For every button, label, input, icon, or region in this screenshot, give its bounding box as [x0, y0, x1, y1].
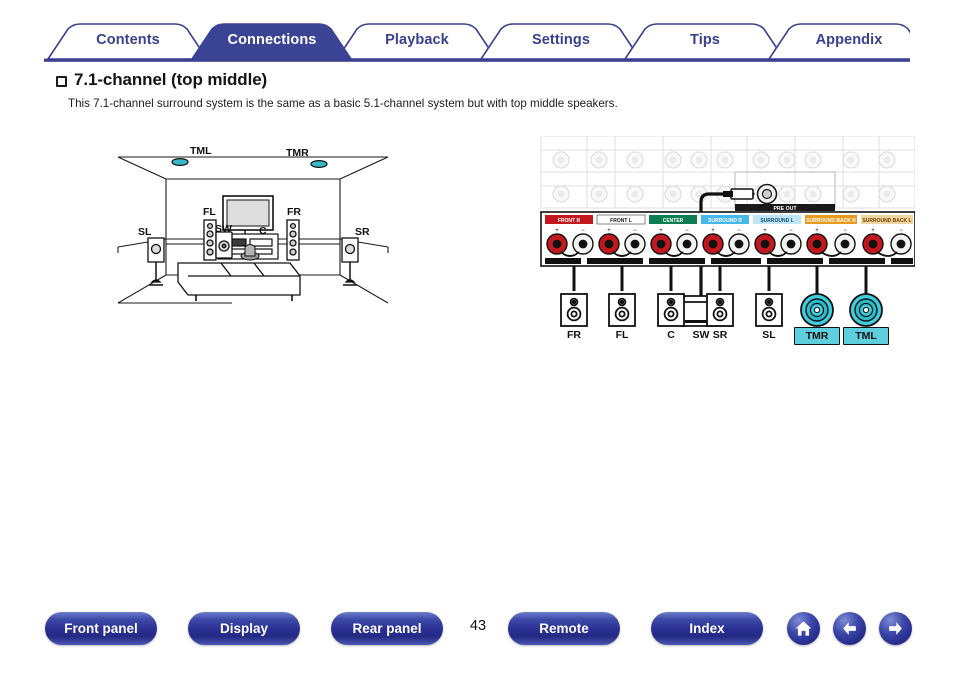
svg-text:+: + [763, 228, 767, 234]
terminal-label-front-l: FRONT L [610, 218, 632, 224]
speaker-label-c: C [667, 329, 675, 341]
sofa-icon [177, 262, 301, 301]
ceiling-speaker-tmr-icon [310, 160, 328, 169]
speaker-label-tmr: TMR [794, 327, 840, 345]
speaker-icon-sr [706, 293, 734, 327]
display-button[interactable]: Display [188, 612, 300, 645]
rear-panel-button[interactable]: Rear panel [331, 612, 443, 645]
speaker-icon-tmr [800, 293, 834, 327]
svg-text:+: + [711, 228, 715, 234]
terminal-label-surround-l: SURROUND L [760, 218, 793, 224]
forward-icon [889, 622, 902, 635]
svg-text:−: − [581, 228, 585, 234]
forward-button[interactable] [879, 612, 912, 645]
room-label-sw: SW [215, 223, 232, 235]
home-icon [795, 621, 812, 636]
section-bullet-icon [56, 76, 67, 87]
room-svg [117, 156, 389, 304]
tab-appendix[interactable]: Appendix [769, 22, 929, 58]
tab-contents[interactable]: Contents [48, 22, 208, 58]
tab-settings[interactable]: Settings [481, 22, 641, 58]
room-label-tmr: TMR [286, 147, 309, 159]
svg-text:+: + [659, 228, 663, 234]
terminal-label-surround-r: SURROUND R [708, 218, 742, 224]
svg-text:−: − [685, 228, 689, 234]
terminal-label-front-r: FRONT R [558, 218, 581, 224]
rear-panel-svg: PRE OUT FRONT R FRONT L CENTER SURROUND … [540, 136, 915, 327]
tab-connections[interactable]: Connections [192, 22, 352, 58]
page-number: 43 [469, 618, 487, 634]
tab-tips[interactable]: Tips [625, 22, 785, 58]
speaker-icon-c [657, 293, 685, 327]
rear-panel-connection-diagram: PRE OUT FRONT R FRONT L CENTER SURROUND … [495, 136, 915, 346]
room-label-sl: SL [138, 226, 152, 238]
svg-text:−: − [737, 228, 741, 234]
speaker-label-sr: SR [712, 329, 728, 341]
room-label-fr: FR [287, 206, 301, 218]
manual-page: Contents Connections Playback Settings T… [0, 0, 954, 673]
speaker-label-tml: TML [843, 327, 889, 345]
svg-text:−: − [843, 228, 847, 234]
speaker-label-sl: SL [762, 329, 776, 341]
speaker-icon-sl [755, 293, 783, 327]
speaker-icon-fl [608, 293, 636, 327]
terminal-label-center: CENTER [663, 218, 684, 224]
speaker-sw-icon [215, 231, 233, 259]
speaker-label-fl: FL [615, 329, 629, 341]
room-label-c: C [259, 225, 267, 237]
speaker-icon-fr [560, 293, 588, 327]
rca-jack-banks [540, 136, 915, 209]
terminal-label-sb-r: SURROUND BACK R [806, 218, 856, 224]
back-icon [843, 622, 856, 635]
svg-text:+: + [555, 228, 559, 234]
svg-text:+: + [815, 228, 819, 234]
subwoofer-pre-out-jack [756, 183, 778, 205]
footer-nav: Front panel Display Rear panel 43 Remote… [0, 612, 954, 664]
remote-button[interactable]: Remote [508, 612, 620, 645]
speaker-icon-tml [849, 293, 883, 327]
front-panel-button[interactable]: Front panel [45, 612, 157, 645]
svg-text:−: − [899, 228, 903, 234]
page-description: This 7.1-channel surround system is the … [68, 97, 618, 110]
room-label-sr: SR [355, 226, 370, 238]
terminal-block-footer [545, 258, 913, 264]
speaker-fr-icon [286, 219, 300, 261]
room-label-fl: FL [203, 206, 216, 218]
terminal-label-sb-l: SURROUND BACK L [862, 218, 911, 224]
svg-text:+: + [607, 228, 611, 234]
speaker-label-fr: FR [567, 329, 581, 341]
svg-text:+: + [871, 228, 875, 234]
home-button[interactable] [787, 612, 820, 645]
room-label-tml: TML [190, 145, 212, 157]
tab-playback[interactable]: Playback [337, 22, 497, 58]
speaker-wires [572, 266, 868, 294]
ceiling-speaker-tml-icon [171, 158, 189, 167]
pre-out-label-text: PRE OUT [773, 206, 797, 212]
back-button[interactable] [833, 612, 866, 645]
page-title: 7.1-channel (top middle) [74, 70, 268, 89]
index-button[interactable]: Index [651, 612, 763, 645]
svg-text:−: − [789, 228, 793, 234]
svg-text:−: − [633, 228, 637, 234]
tab-bar: Contents Connections Playback Settings T… [44, 22, 910, 62]
room-layout-diagram: TML TMR FL FR SW C SL SR [112, 143, 394, 323]
